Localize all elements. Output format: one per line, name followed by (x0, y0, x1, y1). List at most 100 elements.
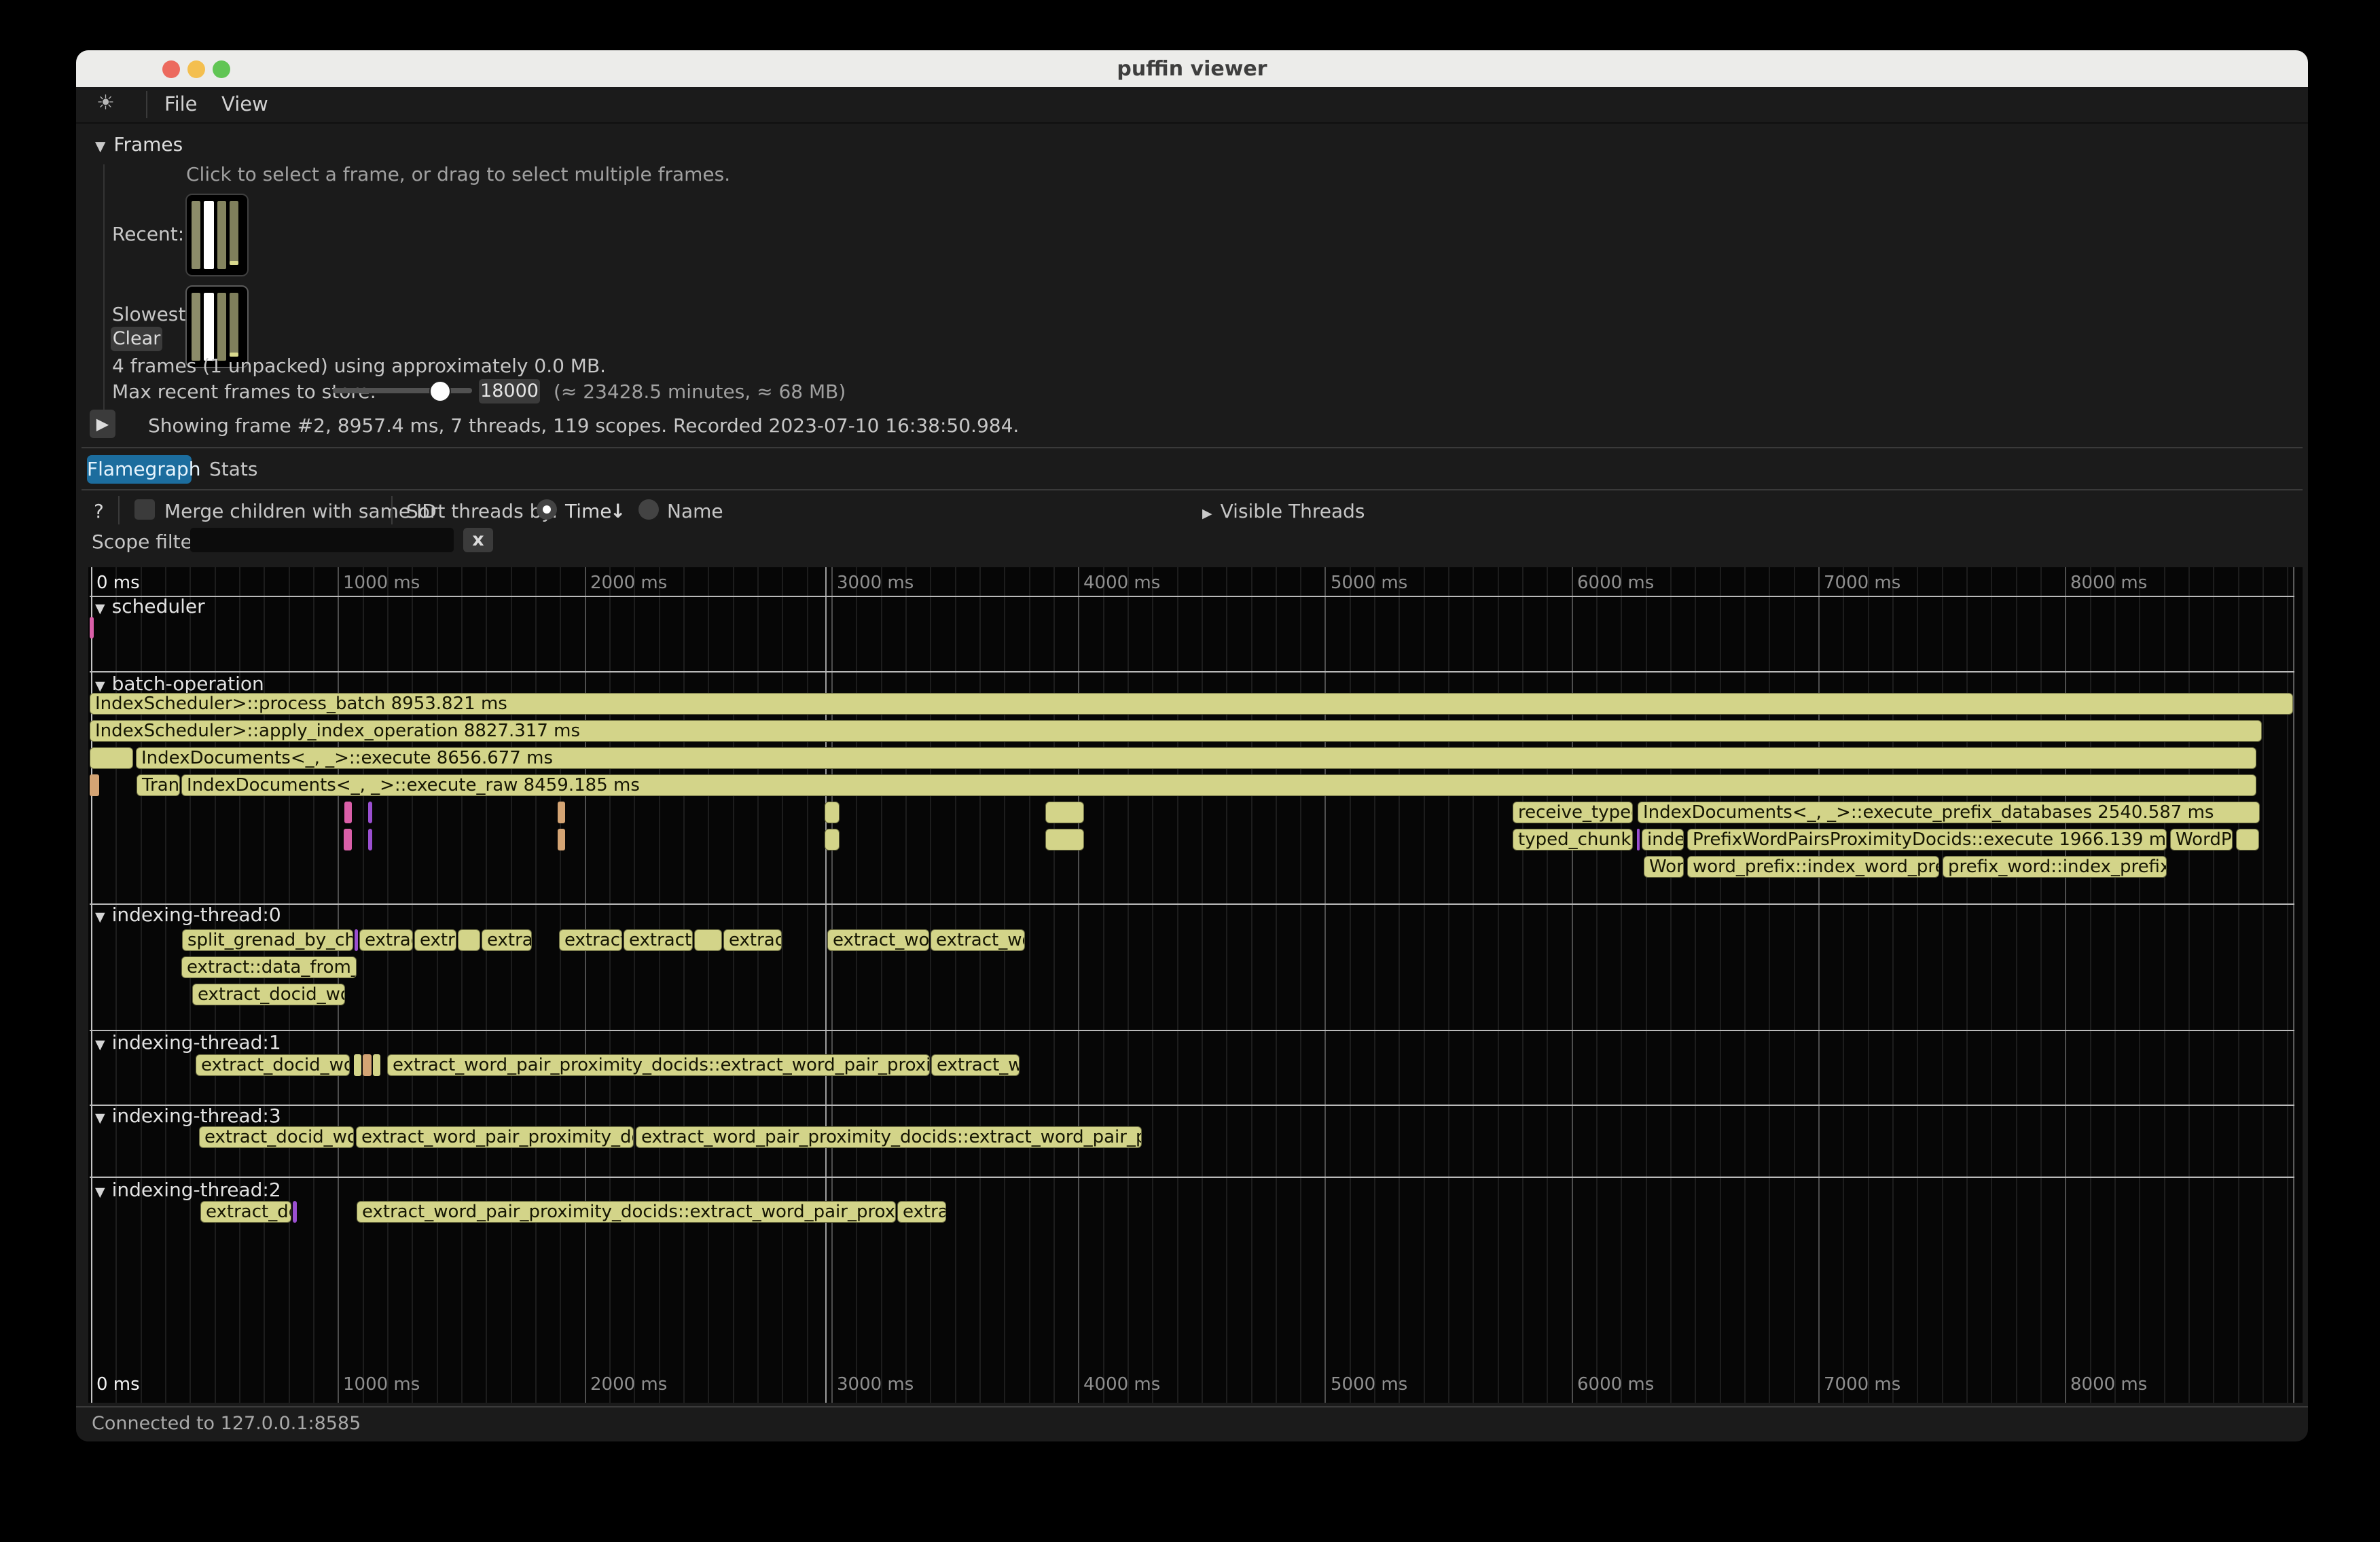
scope-bar[interactable]: extract_doc (200, 1201, 291, 1223)
thread-section-header[interactable]: ▼indexing-thread:1 (95, 1031, 281, 1054)
scope-bar[interactable] (354, 1054, 361, 1076)
scope-bar[interactable] (344, 802, 352, 823)
scope-bar[interactable] (558, 829, 565, 850)
scope-bar[interactable] (1045, 829, 1084, 850)
scope-bar[interactable] (1045, 802, 1084, 823)
scope-bar[interactable] (293, 1201, 297, 1223)
tab-flamegraph[interactable]: Flamegraph (87, 455, 192, 484)
scope-filter-input[interactable] (190, 528, 454, 552)
scope-bar[interactable]: Word (1644, 856, 1684, 878)
scope-bar[interactable]: IndexScheduler>::process_batch 8953.821 … (90, 693, 2293, 715)
frames-info: 4 frames (1 unpacked) using approximatel… (112, 355, 606, 377)
scope-bar[interactable]: prefix_word::index_prefix_wo (1943, 856, 2167, 878)
scope-bar[interactable]: extract_word_pair_proximity_docids::extr… (357, 1201, 896, 1223)
clear-filter-button[interactable]: x (463, 528, 493, 552)
scope-bar[interactable]: extract (723, 929, 782, 951)
scope-bar[interactable]: IndexDocuments<_, _>::execute_prefix_dat… (1638, 802, 2260, 823)
scope-bar[interactable]: extract_wo (931, 1054, 1020, 1076)
scope-bar[interactable] (90, 747, 133, 769)
menu-view[interactable]: View (221, 92, 268, 115)
scope-bar[interactable] (363, 1054, 372, 1076)
scope-bar[interactable] (90, 617, 94, 639)
scope-bar[interactable] (90, 774, 99, 796)
scope-bar[interactable]: extract_wo (931, 929, 1025, 951)
scope-bar[interactable]: word_prefix::index_word_prefix_ (1687, 856, 1939, 878)
play-button[interactable]: ▶ (90, 410, 115, 438)
section-separator (90, 671, 2294, 673)
help-button[interactable]: ? (94, 500, 104, 522)
chevron-down-icon: ▼ (95, 1185, 105, 1200)
scope-bar[interactable] (825, 829, 840, 850)
scope-bar[interactable]: extract (359, 929, 413, 951)
app-window: puffin viewer ☀ File View ▼Frames Click … (76, 50, 2308, 1441)
scope-bar[interactable]: IndexScheduler>::apply_index_operation 8… (90, 720, 2262, 742)
scope-bar[interactable] (2236, 829, 2259, 850)
scope-bar[interactable]: extract_ (624, 929, 693, 951)
scope-bar[interactable] (355, 929, 358, 951)
thread-section-header[interactable]: ▼batch-operation (95, 673, 264, 695)
sort-time-radio[interactable] (537, 499, 557, 520)
tab-stats[interactable]: Stats (209, 455, 257, 484)
frames-section-header[interactable]: ▼Frames (95, 133, 183, 156)
thread-section-label: indexing-thread:2 (112, 1179, 281, 1201)
divider (391, 496, 393, 524)
max-frames-slider-knob[interactable] (429, 380, 451, 402)
scope-bar[interactable]: Trans (137, 774, 180, 796)
thread-section-header[interactable]: ▼scheduler (95, 595, 205, 617)
thread-section-header[interactable]: ▼indexing-thread:0 (95, 903, 281, 926)
scope-bar[interactable] (694, 929, 722, 951)
visible-threads-header[interactable]: ▶Visible Threads (1202, 500, 1365, 522)
scope-bar[interactable]: extract_word (827, 929, 929, 951)
scope-bar[interactable]: extract_word_pair_proximity_docids::extr… (387, 1054, 930, 1076)
scope-bar[interactable]: WordPr (2170, 829, 2233, 850)
scope-bar[interactable] (558, 802, 565, 823)
sort-time-label[interactable]: Time (565, 500, 612, 522)
chevron-right-icon: ▶ (1202, 506, 1212, 521)
scope-bar[interactable]: extract_docid_word (192, 984, 345, 1005)
scope-bar[interactable]: extrac (482, 929, 532, 951)
axis-tick-label: 6000 ms (1577, 573, 1654, 593)
scope-bar[interactable]: extract_docid_word (196, 1054, 350, 1076)
scope-bar[interactable]: typed_chunk::w (1513, 829, 1633, 850)
flamegraph-canvas[interactable]: 0 ms0 ms1000 ms1000 ms2000 ms2000 ms3000… (88, 567, 2303, 1403)
scope-bar[interactable]: extract_ (559, 929, 622, 951)
scope-bar[interactable] (825, 802, 840, 823)
scope-bar[interactable] (368, 829, 372, 850)
scope-bar[interactable] (373, 1054, 380, 1076)
divider (82, 489, 2303, 490)
scope-bar[interactable]: IndexDocuments<_, _>::execute_raw 8459.1… (181, 774, 2256, 796)
scope-bar[interactable]: receive_typed_ (1513, 802, 1633, 823)
scope-bar[interactable]: extract_word_pair_proximity_docids (356, 1126, 634, 1148)
clear-button[interactable]: Clear (111, 327, 162, 351)
recent-frames-thumbnail[interactable] (185, 194, 249, 276)
max-frames-value[interactable]: 18000 (479, 379, 540, 404)
scope-bar[interactable]: IndexDocuments<_, _>::execute 8656.677 m… (136, 747, 2256, 769)
menu-bar: ☀ File View (76, 87, 2308, 124)
sun-icon[interactable]: ☀ (96, 91, 115, 115)
scope-bar[interactable] (368, 802, 372, 823)
scope-bar[interactable]: index (1642, 829, 1684, 850)
sort-direction-arrow-icon[interactable]: ↓ (610, 500, 626, 522)
scope-bar[interactable] (344, 829, 352, 850)
scope-bar[interactable]: PrefixWordPairsProximityDocids::execute … (1687, 829, 2167, 850)
sort-name-label[interactable]: Name (667, 500, 723, 522)
plot-right-edge (2293, 567, 2294, 1403)
thread-section-label: scheduler (112, 595, 205, 617)
scope-bar[interactable]: extra (414, 929, 456, 951)
thread-section-header[interactable]: ▼indexing-thread:3 (95, 1105, 281, 1127)
scope-bar[interactable] (458, 929, 480, 951)
scope-bar[interactable]: extract_docid_word (199, 1126, 354, 1148)
scope-bar[interactable]: extract_word_pair_proximity_docids::extr… (636, 1126, 1142, 1148)
max-frames-slider[interactable] (333, 388, 472, 393)
scope-bar[interactable] (1637, 829, 1640, 850)
scope-bar[interactable]: split_grenad_by_chun (182, 929, 353, 951)
merge-children-checkbox[interactable] (134, 499, 155, 520)
menu-file[interactable]: File (164, 92, 198, 115)
axis-tick-label: 4000 ms (1083, 573, 1160, 593)
thread-section-header[interactable]: ▼ indexing-thread:2 (95, 1179, 281, 1201)
scope-bar[interactable]: extract::data_from_ob (181, 956, 357, 978)
sort-name-radio[interactable] (638, 499, 659, 520)
slowest-label: Slowest: (112, 303, 192, 325)
section-separator (90, 1105, 2294, 1106)
scope-bar[interactable]: extrac (897, 1201, 946, 1223)
